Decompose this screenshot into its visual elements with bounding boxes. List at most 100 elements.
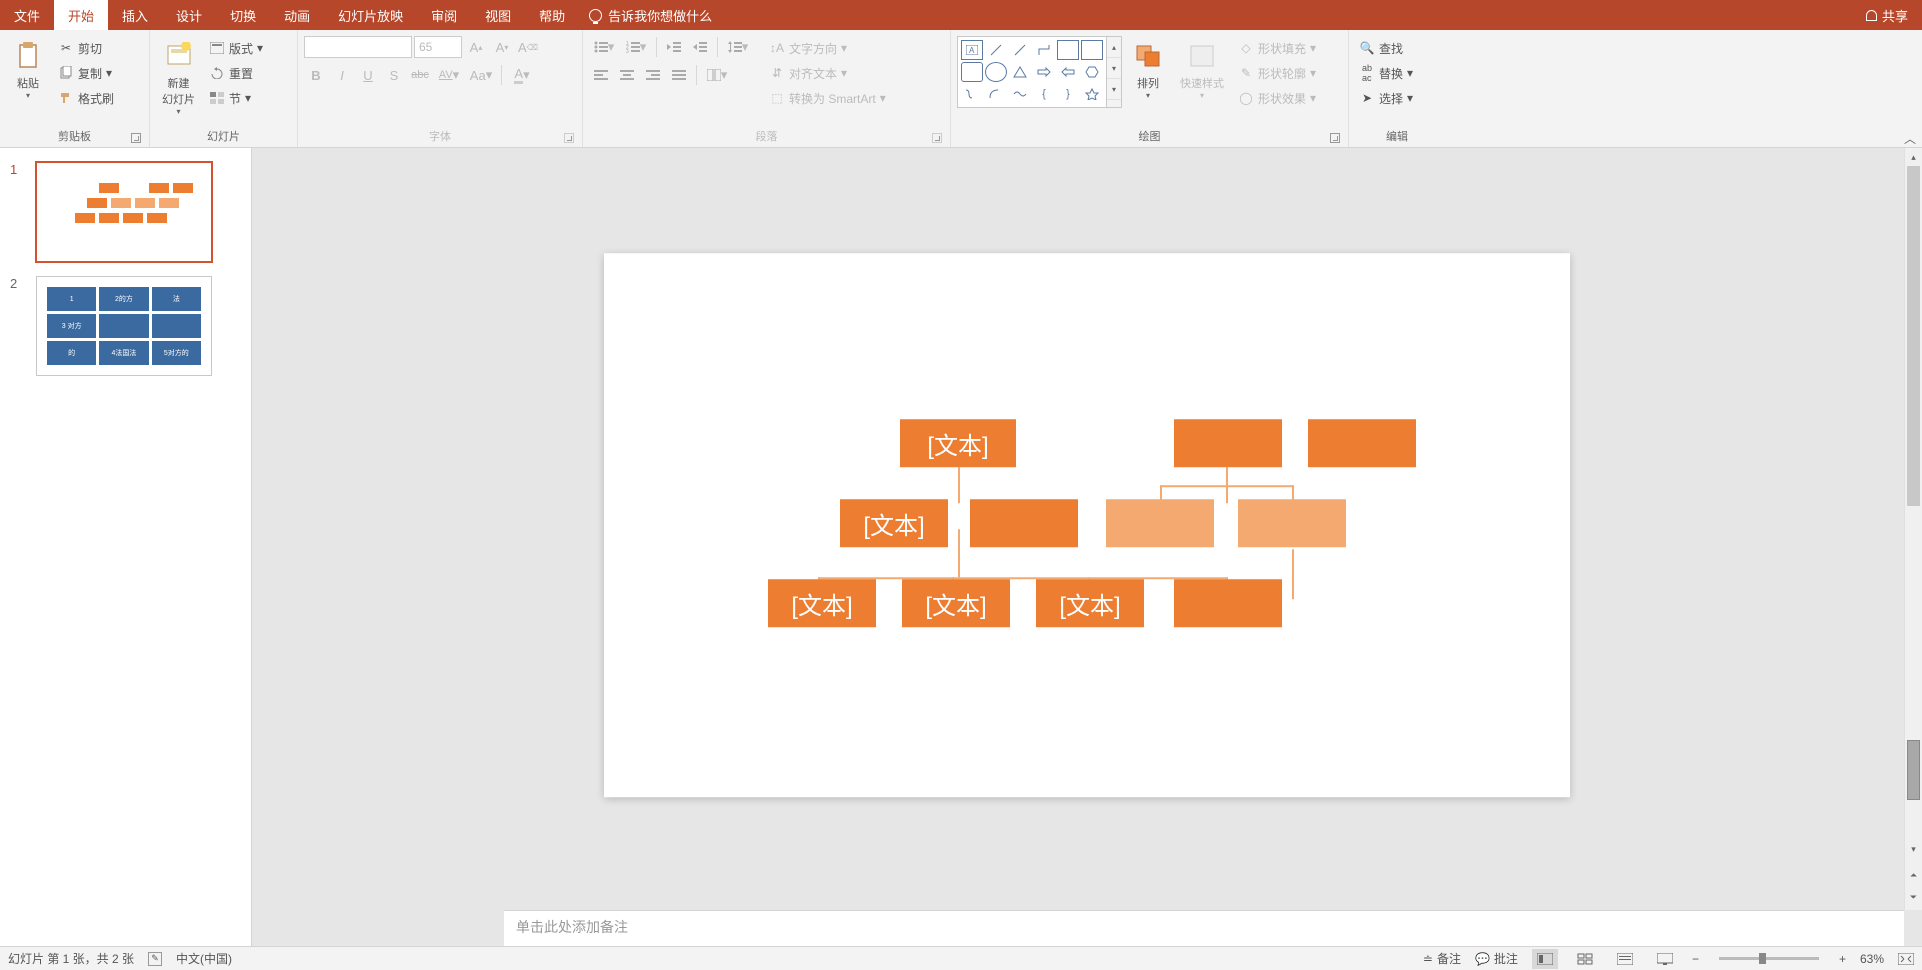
cut-button[interactable]: ✂ 剪切 — [54, 36, 118, 60]
thumbnail-item[interactable]: 2 1 2的方 法 3 对方 的 4法国法 5对方的 — [10, 276, 241, 376]
increase-indent-button[interactable] — [688, 36, 712, 58]
next-slide-button[interactable]: ⏷ — [1905, 888, 1922, 906]
scroll-up-button[interactable]: ▴ — [1905, 148, 1922, 166]
spell-check-icon[interactable]: ✎ — [148, 952, 162, 966]
scroll-down-button[interactable]: ▾ — [1905, 840, 1922, 858]
notes-pane[interactable]: 单击此处添加备注 — [504, 910, 1904, 946]
shape-brace-l[interactable]: { — [1033, 84, 1055, 104]
shape-arc[interactable] — [985, 84, 1007, 104]
justify-button[interactable] — [667, 64, 691, 86]
char-spacing-button[interactable]: AV▾ — [434, 64, 464, 86]
clear-formatting-button[interactable]: A⌫ — [516, 36, 540, 58]
quick-styles-button[interactable]: 快速样式 ▾ — [1174, 36, 1230, 104]
columns-button[interactable]: ▾ — [702, 64, 732, 86]
paste-button[interactable]: 粘贴 ▾ — [6, 36, 50, 104]
tab-animations[interactable]: 动画 — [270, 0, 324, 30]
new-slide-button[interactable]: 新建 幻灯片 ▾ — [156, 36, 201, 120]
fit-to-window-button[interactable] — [1898, 953, 1914, 965]
share-button[interactable]: 共享 — [1852, 0, 1922, 30]
strikethrough-button[interactable]: abc — [408, 64, 432, 86]
select-button[interactable]: ➤ 选择▾ — [1355, 86, 1417, 110]
vertical-scrollbar[interactable]: ▴ ▾ ⏶ ⏷ — [1904, 148, 1922, 910]
tab-design[interactable]: 设计 — [162, 0, 216, 30]
org-box[interactable] — [1106, 499, 1214, 547]
underline-button[interactable]: U — [356, 64, 380, 86]
scrollbar-thumb[interactable] — [1907, 166, 1920, 506]
shape-rect[interactable] — [1057, 40, 1079, 60]
numbering-button[interactable]: 123▾ — [621, 36, 651, 58]
reading-view-button[interactable] — [1612, 949, 1638, 969]
notes-toggle-button[interactable]: ≐ 备注 — [1423, 950, 1461, 967]
line-spacing-button[interactable]: ▾ — [723, 36, 753, 58]
shape-triangle[interactable] — [1009, 62, 1031, 82]
align-left-button[interactable] — [589, 64, 613, 86]
gallery-up-button[interactable]: ▴ — [1107, 37, 1121, 58]
shape-gallery[interactable]: A { } — [957, 36, 1107, 108]
org-box[interactable] — [1174, 579, 1282, 627]
tab-slideshow[interactable]: 幻灯片放映 — [324, 0, 417, 30]
font-family-select[interactable] — [304, 36, 412, 58]
zoom-in-button[interactable]: + — [1839, 952, 1846, 966]
replace-button[interactable]: abac 替换▾ — [1355, 61, 1417, 85]
arrange-button[interactable]: 排列 ▾ — [1126, 36, 1170, 104]
change-case-button[interactable]: Aa▾ — [466, 64, 496, 86]
font-size-select[interactable] — [414, 36, 462, 58]
gallery-more-button[interactable]: ▾ — [1107, 79, 1121, 100]
align-text-button[interactable]: ⇵ 对齐文本▾ — [765, 61, 890, 85]
shadow-button[interactable]: S — [382, 64, 406, 86]
tab-home[interactable]: 开始 — [54, 0, 108, 30]
tab-help[interactable]: 帮助 — [525, 0, 579, 30]
shape-fill-button[interactable]: ◇ 形状填充▾ — [1234, 36, 1320, 60]
thumbnail-slide-1[interactable] — [36, 162, 212, 262]
dialog-launcher-icon[interactable] — [1330, 133, 1340, 143]
shape-star[interactable] — [1081, 84, 1103, 104]
shape-rect2[interactable] — [1081, 40, 1103, 60]
gallery-down-button[interactable]: ▾ — [1107, 58, 1121, 79]
zoom-out-button[interactable]: − — [1692, 952, 1699, 966]
font-color-button[interactable]: A▾ — [507, 64, 537, 86]
org-box[interactable] — [1174, 419, 1282, 467]
tell-me-search[interactable]: 告诉我你想做什么 — [589, 0, 712, 30]
tab-file[interactable]: 文件 — [0, 0, 54, 30]
collapse-ribbon-button[interactable]: ︿ — [1904, 130, 1916, 147]
decrease-font-button[interactable]: A▾ — [490, 36, 514, 58]
thumbnail-slide-2[interactable]: 1 2的方 法 3 对方 的 4法国法 5对方的 — [36, 276, 212, 376]
shape-circle[interactable] — [985, 62, 1007, 82]
zoom-level[interactable]: 63% — [1860, 952, 1884, 966]
slide[interactable]: [文本] [文本] [文本] [文本] [文本] — [604, 253, 1570, 797]
comments-toggle-button[interactable]: 💬 批注 — [1475, 950, 1518, 967]
shape-arrow2[interactable] — [1057, 62, 1079, 82]
shape-outline-button[interactable]: ✎ 形状轮廓▾ — [1234, 61, 1320, 85]
dialog-launcher-icon[interactable] — [932, 133, 942, 143]
bold-button[interactable]: B — [304, 64, 328, 86]
org-box[interactable] — [1238, 499, 1346, 547]
tab-transitions[interactable]: 切换 — [216, 0, 270, 30]
format-painter-button[interactable]: 格式刷 — [54, 86, 118, 110]
find-button[interactable]: 🔍 查找 — [1355, 36, 1417, 60]
zoom-slider-thumb[interactable] — [1759, 953, 1766, 964]
org-box[interactable]: [文本] — [902, 579, 1010, 627]
shape-roundrect[interactable] — [961, 62, 983, 82]
shape-line[interactable] — [985, 40, 1007, 60]
org-box[interactable]: [文本] — [900, 419, 1016, 467]
org-box[interactable]: [文本] — [840, 499, 948, 547]
decrease-indent-button[interactable] — [662, 36, 686, 58]
thumbnail-item[interactable]: 1 — [10, 162, 241, 262]
tab-insert[interactable]: 插入 — [108, 0, 162, 30]
slideshow-view-button[interactable] — [1652, 949, 1678, 969]
shape-hex[interactable] — [1081, 62, 1103, 82]
section-button[interactable]: 节▾ — [205, 86, 267, 110]
org-box[interactable]: [文本] — [1036, 579, 1144, 627]
language-indicator[interactable]: 中文(中国) — [176, 950, 232, 967]
prev-slide-button[interactable]: ⏶ — [1905, 866, 1922, 884]
shape-arrow[interactable] — [1033, 62, 1055, 82]
align-right-button[interactable] — [641, 64, 665, 86]
shape-connector[interactable] — [1033, 40, 1055, 60]
reset-button[interactable]: 重置 — [205, 61, 267, 85]
increase-font-button[interactable]: A▴ — [464, 36, 488, 58]
tab-view[interactable]: 视图 — [471, 0, 525, 30]
dialog-launcher-icon[interactable] — [131, 133, 141, 143]
shape-effects-button[interactable]: ◯ 形状效果▾ — [1234, 86, 1320, 110]
zoom-slider[interactable] — [1719, 957, 1819, 960]
org-box[interactable] — [1308, 419, 1416, 467]
